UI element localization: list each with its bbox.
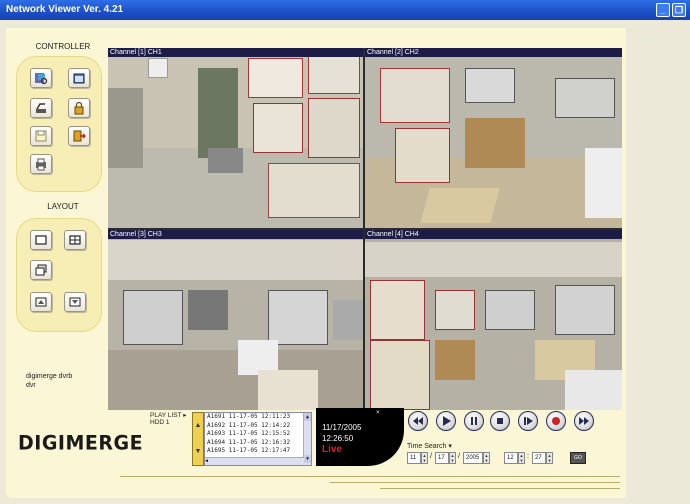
- list-item[interactable]: A1691 11-17-05 12:11:23: [205, 413, 303, 422]
- playlist-label: PLAY LIST ▸ HDD 1: [150, 412, 187, 426]
- divider: [120, 476, 620, 477]
- month-stepper[interactable]: ▲ ▼: [421, 452, 428, 464]
- site-label: digimerge dvrb dvr: [26, 372, 96, 390]
- fast-forward-button[interactable]: [574, 411, 594, 431]
- scroll-up-icon[interactable]: ▲: [304, 413, 311, 421]
- channel-label: Channel [4] CH4: [365, 230, 622, 239]
- close-icon[interactable]: ×: [376, 410, 380, 416]
- controller-title: CONTROLLER: [35, 42, 91, 51]
- layout-title: LAYOUT: [47, 202, 79, 211]
- exit-icon[interactable]: [68, 126, 90, 146]
- playlist-scrollbar[interactable]: ▲ ▼: [303, 413, 311, 465]
- minute-stepper[interactable]: ▲ ▼: [546, 452, 553, 464]
- day-field[interactable]: 17: [435, 452, 449, 464]
- list-item[interactable]: A1693 11-17-05 12:15:52: [205, 430, 303, 439]
- single-view-icon[interactable]: [30, 230, 52, 250]
- list-item[interactable]: A1695 11-17-05 12:17:47: [205, 447, 303, 456]
- rewind-button[interactable]: [408, 411, 428, 431]
- status-display: 11/17/2005 12:26:50 Live: [316, 408, 404, 466]
- status-time: 12:26:50: [322, 434, 354, 443]
- minimize-icon[interactable]: _: [656, 3, 670, 17]
- go-button[interactable]: GO: [570, 452, 586, 464]
- playlist-drive: HDD 1: [150, 419, 170, 426]
- prev-channel-icon[interactable]: [30, 292, 52, 312]
- year-field[interactable]: 2005: [463, 452, 483, 464]
- site-name: digimerge dvrb: [26, 373, 73, 380]
- hour-stepper[interactable]: ▲ ▼: [518, 452, 525, 464]
- channel-label: Channel [2] CH2: [365, 48, 622, 57]
- search-icon[interactable]: [30, 68, 52, 88]
- stop-button[interactable]: [490, 411, 510, 431]
- channel-label: Channel [3] CH3: [108, 230, 363, 239]
- status-date: 11/17/2005: [322, 423, 362, 432]
- record-button[interactable]: [546, 411, 566, 431]
- video-grid: Channel [1] CH1 Channel [2] CH2 Channel …: [108, 48, 622, 410]
- list-item[interactable]: A1694 11-17-05 12:16:32: [205, 439, 303, 448]
- scroll-down-icon[interactable]: ▼: [304, 455, 311, 463]
- playlist-down-icon[interactable]: ▼: [193, 439, 203, 465]
- digimerge-logo: DIGIMERGE: [18, 431, 144, 455]
- site-type: dvr: [26, 382, 36, 389]
- minute-field[interactable]: 27: [532, 452, 546, 464]
- save-icon[interactable]: [30, 126, 52, 146]
- year-stepper[interactable]: ▲ ▼: [483, 452, 490, 464]
- camera-view-1[interactable]: Channel [1] CH1: [108, 48, 363, 228]
- pause-button[interactable]: [464, 411, 484, 431]
- lock-icon[interactable]: [68, 98, 90, 118]
- app-body: CONTROLLER LAYOUT Channel [1] CH1 Channe…: [0, 20, 690, 504]
- quad-view-icon[interactable]: [64, 230, 86, 250]
- playlist-up-icon[interactable]: ▲: [193, 413, 203, 439]
- next-channel-icon[interactable]: [64, 292, 86, 312]
- divider: [380, 488, 620, 489]
- layout-panel: [14, 216, 104, 334]
- month-field[interactable]: 11: [407, 452, 421, 464]
- channel-label: Channel [1] CH1: [108, 48, 363, 57]
- live-indicator: Live: [322, 444, 343, 455]
- playlist-list[interactable]: A1691 11-17-05 12:11:23 A1692 11-17-05 1…: [204, 412, 312, 466]
- camera-view-3[interactable]: Channel [3] CH3: [108, 230, 363, 410]
- step-forward-button[interactable]: [518, 411, 538, 431]
- divider: [330, 482, 620, 483]
- date-separator: /: [430, 453, 432, 460]
- window-title: Network Viewer Ver. 4.21: [6, 4, 124, 15]
- time-search-label[interactable]: Time Search ▾: [407, 442, 452, 450]
- window-icon[interactable]: [68, 68, 90, 88]
- playlist-hscrollbar[interactable]: ◀: [205, 457, 304, 465]
- connect-icon[interactable]: [30, 98, 52, 118]
- playlist-nav: ▲ ▼: [192, 412, 204, 466]
- controller-panel: [14, 54, 104, 194]
- playlist-title[interactable]: PLAY LIST ▸: [150, 412, 187, 419]
- date-separator: /: [458, 453, 460, 460]
- hour-field[interactable]: 12: [504, 452, 518, 464]
- day-stepper[interactable]: ▲ ▼: [449, 452, 456, 464]
- play-button[interactable]: [436, 411, 456, 431]
- sequence-view-icon[interactable]: [30, 260, 52, 280]
- list-item[interactable]: A1692 11-17-05 12:14:22: [205, 422, 303, 431]
- time-separator: :: [527, 453, 529, 460]
- title-bar: Network Viewer Ver. 4.21 _ ❐: [0, 0, 690, 20]
- restore-icon[interactable]: ❐: [672, 3, 686, 17]
- print-icon[interactable]: [30, 154, 52, 174]
- camera-view-2[interactable]: Channel [2] CH2: [365, 48, 622, 228]
- camera-view-4[interactable]: Channel [4] CH4: [365, 230, 622, 410]
